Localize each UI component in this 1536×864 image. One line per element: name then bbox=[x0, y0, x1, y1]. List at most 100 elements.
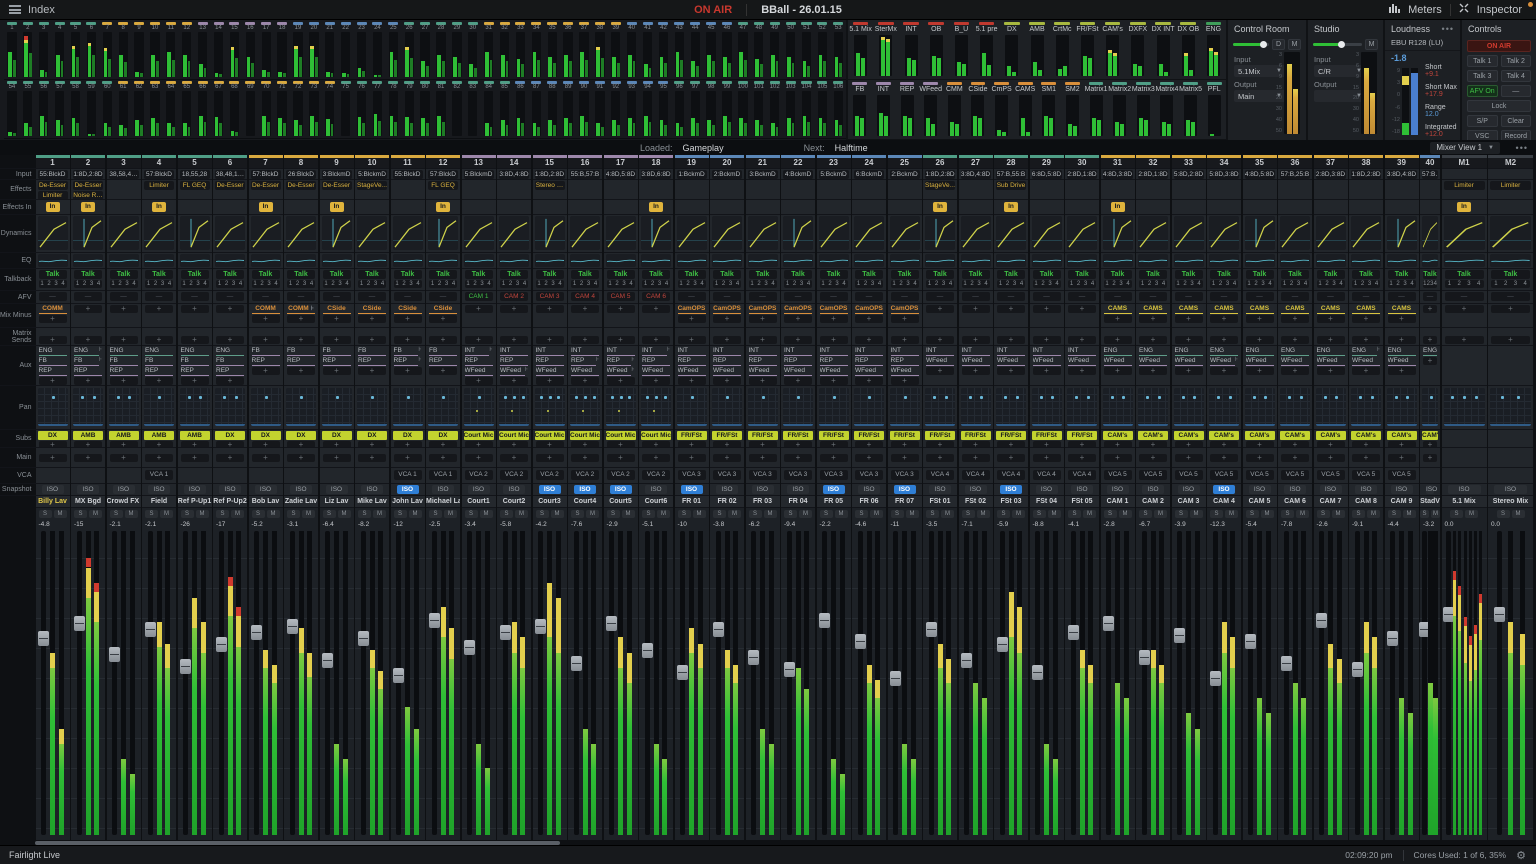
talk-number-1[interactable]: 1 bbox=[395, 280, 398, 288]
eq-graph[interactable] bbox=[499, 254, 529, 267]
talk-button[interactable]: Talk bbox=[1068, 270, 1096, 279]
aux-sends-row[interactable]: ENGWFeed+ bbox=[1314, 346, 1348, 386]
mix-minus-add-button[interactable]: + bbox=[181, 305, 209, 313]
mix-minus-row[interactable]: CAMS+ bbox=[1207, 304, 1241, 328]
subs-add-button[interactable]: + bbox=[571, 441, 599, 448]
subs-add-button[interactable]: + bbox=[74, 441, 102, 448]
mix-minus-add-button[interactable]: + bbox=[74, 305, 102, 313]
aux-send[interactable]: FB bbox=[181, 356, 209, 366]
talk-number-2[interactable]: 2 bbox=[473, 280, 476, 288]
mute-button[interactable]: M bbox=[338, 510, 351, 518]
matrix-add-button[interactable]: + bbox=[1068, 336, 1096, 344]
subs-row[interactable]: FR/FSt+ bbox=[1065, 430, 1099, 448]
talk-number-1[interactable]: 1 bbox=[1448, 280, 1451, 288]
subs-add-button[interactable]: + bbox=[1317, 441, 1345, 448]
pan-row[interactable] bbox=[817, 386, 851, 430]
matrix-add-button[interactable]: + bbox=[642, 336, 670, 344]
aux-sends-row[interactable]: INTWFeed+ bbox=[1030, 346, 1064, 386]
talkback-row[interactable]: Talk1234 bbox=[1420, 269, 1440, 291]
solo-button[interactable]: S bbox=[536, 510, 549, 518]
afv-row[interactable]: CAM 3 bbox=[533, 291, 567, 304]
subs-row[interactable]: FR/FSt+ bbox=[710, 430, 744, 448]
eq-graph[interactable] bbox=[357, 254, 387, 267]
sub-bus-assignment[interactable]: CAM's bbox=[1103, 431, 1133, 440]
dynamics-graph[interactable] bbox=[286, 216, 316, 250]
aux-sends-row[interactable]: ENG⊦WFeed+ bbox=[1349, 346, 1383, 386]
input-patch-value[interactable]: 1:8D,2:8D bbox=[925, 170, 955, 179]
talk-number-2[interactable]: 2 bbox=[651, 280, 654, 288]
dynamics-row[interactable] bbox=[1314, 215, 1348, 253]
vca-assignment[interactable]: VCA 3 bbox=[820, 470, 848, 480]
effects-in-row[interactable] bbox=[178, 200, 212, 215]
iso-badge[interactable]: ISO bbox=[1178, 485, 1200, 494]
sub-bus-assignment[interactable]: AMB bbox=[109, 431, 139, 440]
pan-row[interactable] bbox=[284, 386, 318, 430]
effects-in-row[interactable]: In bbox=[639, 200, 673, 215]
vca-row[interactable]: VCA 5 bbox=[1207, 468, 1241, 484]
aux-sends-row[interactable]: INTREPWFeed+ bbox=[817, 346, 851, 386]
pan-row[interactable] bbox=[675, 386, 709, 430]
input-patch-value[interactable]: 2:BckmD bbox=[712, 170, 742, 179]
matrix-sends-row[interactable]: + bbox=[923, 328, 957, 346]
talk-button[interactable]: Talk bbox=[1352, 270, 1380, 279]
input-patch-value[interactable]: 38,58,4… bbox=[109, 170, 139, 179]
sub-bus-assignment[interactable]: Court Mic bbox=[570, 431, 600, 440]
matrix-sends-row[interactable]: + bbox=[213, 328, 247, 346]
channel-name[interactable]: FR 05 bbox=[817, 496, 851, 508]
solo-button[interactable]: S bbox=[429, 510, 442, 518]
afv-row[interactable]: — bbox=[426, 291, 460, 304]
fader-track[interactable] bbox=[325, 531, 330, 835]
vca-row[interactable] bbox=[36, 468, 70, 484]
subs-add-button[interactable]: + bbox=[1068, 441, 1096, 448]
input-patch-value[interactable]: 2:8D,1:8D bbox=[1138, 170, 1168, 179]
eq-graph[interactable] bbox=[286, 254, 316, 267]
dynamics-row[interactable] bbox=[1278, 215, 1312, 253]
input-patch-value[interactable]: 57:BlckD bbox=[251, 170, 281, 179]
mute-button[interactable]: M bbox=[693, 510, 706, 518]
talk-number-3[interactable]: 3 bbox=[161, 280, 164, 288]
talk-button[interactable]: Talk bbox=[642, 270, 670, 279]
main-row[interactable]: + bbox=[320, 448, 354, 468]
aux-send[interactable]: REP bbox=[891, 356, 919, 366]
mix-minus-add-button[interactable]: + bbox=[323, 315, 351, 323]
dynamics-row[interactable] bbox=[1065, 215, 1099, 253]
input-patch-value[interactable]: 4:BckmD bbox=[783, 170, 813, 179]
solo-button[interactable]: S bbox=[607, 510, 620, 518]
subs-row[interactable]: CAM's+ bbox=[1136, 430, 1170, 448]
aux-send[interactable]: WFeed bbox=[1068, 356, 1096, 366]
subs-add-button[interactable]: + bbox=[252, 441, 280, 448]
effects-row[interactable] bbox=[1172, 180, 1206, 200]
eq-row[interactable] bbox=[639, 253, 673, 269]
talk-number-1[interactable]: 1 bbox=[679, 280, 682, 288]
main-add-button[interactable]: + bbox=[1246, 454, 1274, 462]
dynamics-row[interactable] bbox=[355, 215, 389, 253]
pan-row[interactable] bbox=[852, 386, 886, 430]
subs-row[interactable]: DX+ bbox=[426, 430, 460, 448]
subs-row[interactable]: CAM's+ bbox=[1385, 430, 1419, 448]
snapshot-row[interactable]: ISO bbox=[213, 484, 247, 496]
aux-sends-row[interactable]: INTREPWFeed+ bbox=[852, 346, 886, 386]
vca-assignment[interactable]: VCA 5 bbox=[1352, 470, 1380, 480]
input-patch-value[interactable]: 57:B,25:B bbox=[1280, 170, 1310, 179]
effects-in-row[interactable] bbox=[1314, 200, 1348, 215]
vca-assignment[interactable]: VCA 3 bbox=[891, 470, 919, 480]
iso-badge[interactable]: ISO bbox=[503, 485, 525, 494]
talk-channel-numbers[interactable]: 1234 bbox=[110, 280, 138, 288]
dynamics-row[interactable] bbox=[604, 215, 638, 253]
aux-send[interactable]: FB bbox=[358, 346, 386, 356]
vca-row[interactable] bbox=[178, 468, 212, 484]
dynamics-graph[interactable] bbox=[1387, 216, 1417, 250]
pan-row[interactable] bbox=[1314, 386, 1348, 430]
snapshot-row[interactable]: ISO bbox=[533, 484, 567, 496]
subs-row[interactable]: AMB+ bbox=[178, 430, 212, 448]
aux-sends-row[interactable]: INTREPWFeed+ bbox=[746, 346, 780, 386]
talk-number-4[interactable]: 4 bbox=[807, 280, 810, 288]
control-button-clear[interactable]: Clear bbox=[1501, 115, 1532, 127]
mute-button[interactable]: M bbox=[515, 510, 528, 518]
talk-number-3[interactable]: 3 bbox=[480, 280, 483, 288]
dynamics-graph[interactable] bbox=[961, 216, 991, 250]
talk-number-3[interactable]: 3 bbox=[1514, 280, 1517, 288]
talk-number-3[interactable]: 3 bbox=[516, 280, 519, 288]
subs-row[interactable]: FR/FSt+ bbox=[888, 430, 922, 448]
effects-in-row[interactable] bbox=[1207, 200, 1241, 215]
